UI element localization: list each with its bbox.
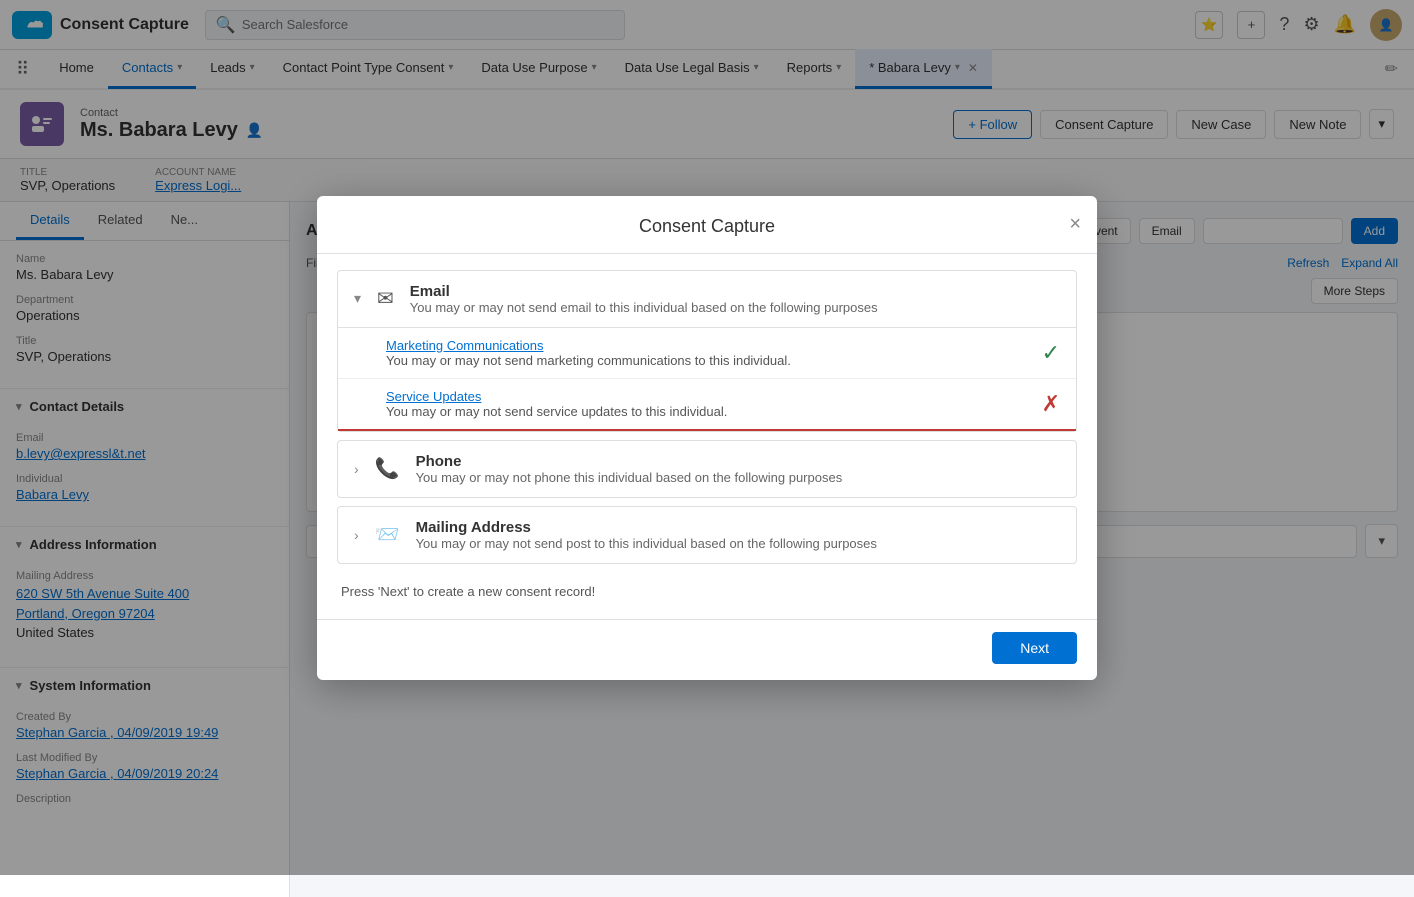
consent-channel-phone-header[interactable]: › 📞 Phone You may or may not phone this …	[338, 441, 1076, 497]
mailing-channel-icon: 📨	[375, 522, 400, 547]
email-purposes: Marketing Communications You may or may …	[338, 327, 1076, 431]
modal-backdrop: Consent Capture × ▾ ✉ Email You may or m…	[0, 0, 1414, 875]
marketing-title[interactable]: Marketing Communications	[386, 338, 1030, 353]
email-channel-icon: ✉	[377, 286, 394, 311]
modal-title: Consent Capture	[639, 216, 775, 237]
marketing-check-icon: ✓	[1042, 340, 1060, 366]
email-channel-info: Email You may or may not send email to t…	[410, 283, 1060, 315]
consent-channel-mailing-header[interactable]: › 📨 Mailing Address You may or may not s…	[338, 507, 1076, 563]
modal-footer: Next	[317, 619, 1097, 680]
marketing-desc: You may or may not send marketing commun…	[386, 353, 1030, 368]
consent-channel-phone: › 📞 Phone You may or may not phone this …	[337, 440, 1077, 498]
service-info: Service Updates You may or may not send …	[386, 389, 1030, 419]
service-desc: You may or may not send service updates …	[386, 404, 1030, 419]
phone-channel-title: Phone	[416, 453, 1060, 470]
consent-channel-mailing: › 📨 Mailing Address You may or may not s…	[337, 506, 1077, 564]
consent-hint: Press 'Next' to create a new consent rec…	[337, 572, 1077, 603]
phone-channel-caret: ›	[354, 461, 359, 477]
mailing-channel-info: Mailing Address You may or may not send …	[416, 519, 1060, 551]
consent-channel-email: ▾ ✉ Email You may or may not send email …	[337, 270, 1077, 432]
service-title[interactable]: Service Updates	[386, 389, 1030, 404]
purpose-marketing: Marketing Communications You may or may …	[338, 328, 1076, 379]
email-channel-caret: ▾	[354, 290, 361, 307]
email-channel-desc: You may or may not send email to this in…	[410, 300, 1060, 315]
consent-capture-modal: Consent Capture × ▾ ✉ Email You may or m…	[317, 196, 1097, 680]
next-button[interactable]: Next	[992, 632, 1077, 664]
mailing-channel-caret: ›	[354, 527, 359, 543]
mailing-channel-desc: You may or may not send post to this ind…	[416, 536, 1060, 551]
phone-channel-desc: You may or may not phone this individual…	[416, 470, 1060, 485]
email-channel-title: Email	[410, 283, 1060, 300]
phone-channel-icon: 📞	[375, 456, 400, 481]
purpose-service-updates: Service Updates You may or may not send …	[338, 379, 1076, 431]
service-check-icon: ✗	[1042, 391, 1060, 417]
consent-channel-email-header[interactable]: ▾ ✉ Email You may or may not send email …	[338, 271, 1076, 327]
modal-close-button[interactable]: ×	[1069, 214, 1081, 234]
phone-channel-info: Phone You may or may not phone this indi…	[416, 453, 1060, 485]
marketing-info: Marketing Communications You may or may …	[386, 338, 1030, 368]
modal-header: Consent Capture ×	[317, 196, 1097, 254]
mailing-channel-title: Mailing Address	[416, 519, 1060, 536]
modal-body: ▾ ✉ Email You may or may not send email …	[317, 254, 1097, 619]
